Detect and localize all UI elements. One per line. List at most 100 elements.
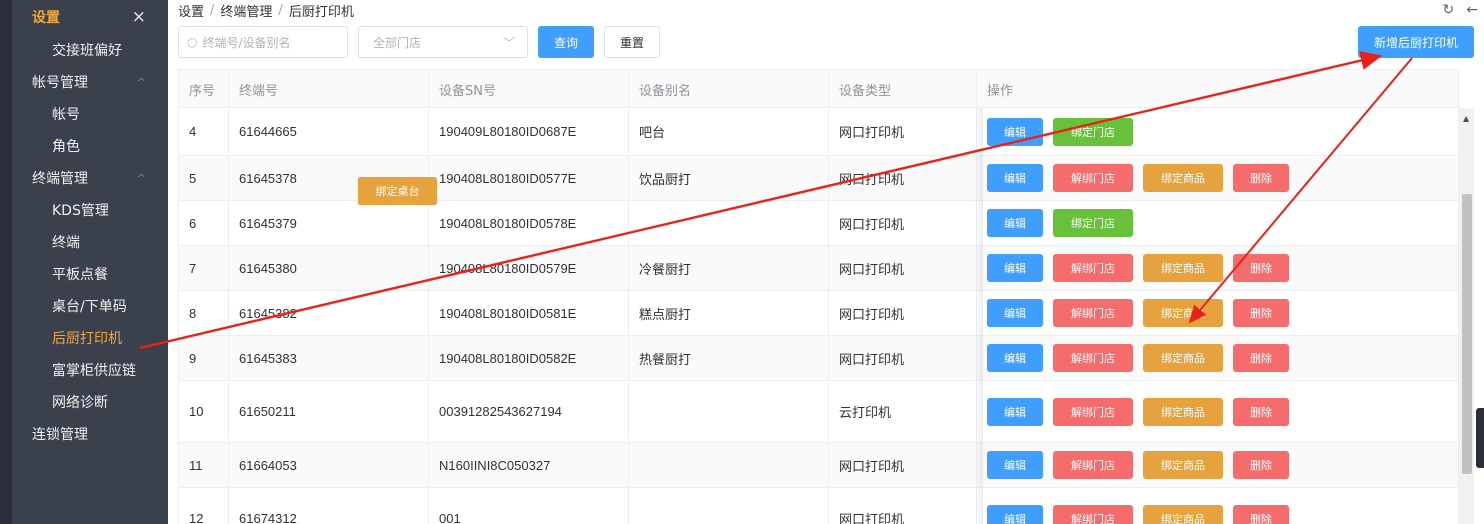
unbind-store-button[interactable]: 解绑门店: [1053, 397, 1133, 426]
reset-button[interactable]: 重置: [604, 26, 660, 58]
bind-goods-button[interactable]: 绑定商品: [1143, 299, 1223, 327]
close-icon[interactable]: ×: [132, 7, 146, 27]
delete-button[interactable]: 删除: [1233, 451, 1289, 479]
sidebar-item[interactable]: 交接班偏好: [12, 34, 168, 66]
sidebar-item[interactable]: 网络诊断: [12, 386, 168, 418]
delete-button[interactable]: 删除: [1233, 299, 1289, 327]
breadcrumb-item[interactable]: 终端管理: [220, 1, 272, 20]
unbind-store-button[interactable]: 解绑门店: [1053, 164, 1133, 192]
table-cell-sn: 190408L80180ID0581E: [429, 291, 629, 335]
sidebar-item[interactable]: 富掌柜供应链: [12, 354, 168, 386]
filter-bar: ○ 终端号/设备别名 全部门店 ﹀ 查询 重置: [178, 26, 660, 58]
chevron-up-icon: ^: [136, 171, 146, 185]
store-select-placeholder: 全部门店: [373, 35, 422, 50]
unbind-store-button[interactable]: 解绑门店: [1053, 451, 1133, 479]
bind-store-button[interactable]: 绑定门店: [1053, 117, 1133, 146]
unbind-store-button[interactable]: 解绑门店: [1053, 504, 1133, 524]
table-cell-alias: 冷餐厨打: [629, 246, 829, 290]
table-cell-actions: 编辑 解绑门店 绑定商品 删除: [977, 291, 1459, 335]
table-cell-actions: 编辑解绑门店绑定商品 绑定桌台 删除: [357, 156, 1459, 205]
column-header: 终端号: [229, 70, 429, 109]
column-header: 设备别名: [629, 70, 829, 109]
table-cell-terminal: 61674312: [229, 488, 429, 524]
bind-goods-button[interactable]: 绑定商品: [1143, 504, 1223, 524]
table-cell-alias: [629, 381, 829, 442]
column-header: 设备类型: [829, 70, 977, 109]
sidebar-item[interactable]: 平板点餐: [12, 258, 168, 290]
bind-table-button[interactable]: 绑定桌台: [357, 177, 437, 205]
table-cell-no: 12: [179, 488, 229, 524]
table-cell-sn: 001: [429, 488, 629, 524]
sidebar-item[interactable]: 帐号: [12, 98, 168, 130]
search-placeholder: 终端号/设备别名: [202, 35, 291, 50]
delete-button[interactable]: 删除: [1233, 164, 1289, 192]
unbind-store-button[interactable]: 解绑门店: [1053, 299, 1133, 327]
table-cell-type: 网口打印机: [829, 336, 977, 380]
table-cell-terminal: 61644665: [229, 108, 429, 155]
unbind-store-button[interactable]: 解绑门店: [1053, 344, 1133, 372]
side-drawer-handle[interactable]: [1476, 408, 1484, 468]
table-cell-actions: 编辑解绑门店绑定商品 绑定桌台删除: [357, 177, 1459, 290]
table-cell-actions: 编辑 解绑门店 绑定商品 删除: [977, 488, 1459, 524]
edit-button[interactable]: 编辑: [987, 164, 1043, 192]
sidebar-item[interactable]: 桌台/下单码: [12, 290, 168, 322]
sidebar-item-label: 交接班偏好: [52, 43, 122, 59]
bind-goods-button[interactable]: 绑定商品: [1143, 164, 1223, 192]
edit-button[interactable]: 编辑: [987, 209, 1043, 237]
table-cell-actions: 编辑 解绑门店 绑定商品 删除: [977, 336, 1459, 380]
bind-goods-button[interactable]: 绑定商品: [1143, 397, 1223, 426]
table-row: 9 61645383 190408L80180ID0582E 热餐厨打 网口打印机 编辑解…: [179, 336, 1459, 381]
delete-button[interactable]: 删除: [1233, 397, 1289, 426]
table-row: 6 61645379 190408L80180ID0578E 网口打印机 编辑 绑定门店: [179, 201, 1459, 246]
table-cell-type: 网口打印机: [829, 108, 977, 155]
query-button[interactable]: 查询: [538, 26, 594, 58]
edit-button[interactable]: 编辑: [987, 344, 1043, 372]
bind-store-button[interactable]: 绑定门店: [1053, 209, 1133, 237]
bind-goods-button[interactable]: 绑定商品: [1143, 344, 1223, 372]
table-cell-terminal: 61650211: [229, 381, 429, 442]
table-cell-type: 网口打印机: [829, 246, 977, 290]
table-header: 序号 终端号 设备SN号 设备别名 设备类型 操作: [179, 69, 1459, 109]
sidebar-item[interactable]: 角色: [12, 130, 168, 162]
sidebar-item[interactable]: 终端: [12, 226, 168, 258]
chevron-up-icon: ^: [136, 75, 146, 89]
table-cell-terminal: 61645380: [229, 246, 429, 290]
edit-button[interactable]: 编辑: [987, 451, 1043, 479]
delete-button[interactable]: 删除: [1233, 254, 1289, 282]
sidebar-item[interactable]: 后厨打印机: [12, 322, 168, 354]
delete-button[interactable]: 删除: [1233, 504, 1289, 524]
sidebar-item[interactable]: 帐号管理 ^: [12, 66, 168, 98]
table-cell-sn: 190408L80180ID0578E: [429, 201, 629, 245]
table-cell-no: 5: [179, 156, 229, 200]
scroll-up-icon[interactable]: ▲: [1463, 114, 1469, 123]
store-select[interactable]: 全部门店 ﹀: [358, 26, 528, 58]
edit-button[interactable]: 编辑: [987, 254, 1043, 282]
back-arrow-icon[interactable]: ←: [1466, 2, 1478, 18]
bind-goods-button[interactable]: 绑定商品: [1143, 451, 1223, 479]
unbind-store-button[interactable]: 解绑门店: [1053, 254, 1133, 282]
breadcrumb-item[interactable]: 设置: [178, 1, 204, 20]
add-printer-button[interactable]: 新增后厨打印机: [1358, 26, 1474, 58]
sidebar-item[interactable]: 终端管理 ^: [12, 162, 168, 194]
refresh-icon[interactable]: ↻: [1443, 2, 1455, 18]
sidebar-item[interactable]: 连锁管理: [12, 418, 168, 450]
breadcrumb-separator: /: [210, 2, 215, 18]
sidebar-item[interactable]: KDS管理: [12, 194, 168, 226]
bind-goods-button[interactable]: 绑定商品: [1143, 254, 1223, 282]
delete-button[interactable]: 删除: [1233, 344, 1289, 372]
sidebar-header[interactable]: 设置 ×: [12, 0, 168, 34]
edit-button[interactable]: 编辑: [987, 504, 1043, 524]
table-cell-no: 6: [179, 201, 229, 245]
scrollbar-thumb[interactable]: [1462, 194, 1472, 474]
edit-button[interactable]: 编辑: [987, 299, 1043, 327]
table-cell-no: 4: [179, 108, 229, 155]
vertical-scrollbar[interactable]: ▲: [1459, 108, 1474, 524]
table-cell-actions: 编辑 解绑门店 绑定商品 删除: [977, 381, 1459, 442]
edit-button[interactable]: 编辑: [987, 397, 1043, 426]
sidebar-item-label: 网络诊断: [52, 395, 108, 411]
edit-button[interactable]: 编辑: [987, 117, 1043, 146]
table-cell-alias: [629, 488, 829, 524]
search-input[interactable]: ○ 终端号/设备别名: [178, 26, 348, 58]
left-gutter: [0, 0, 12, 524]
table-cell-alias: [629, 201, 829, 245]
